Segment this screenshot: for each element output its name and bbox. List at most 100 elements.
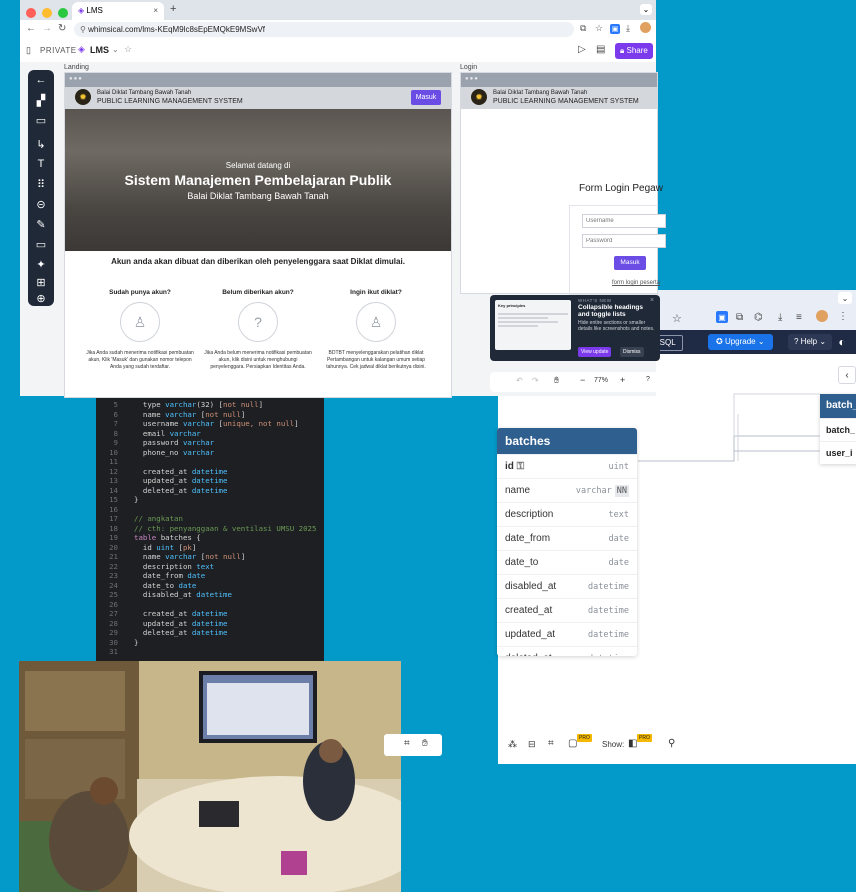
code-line[interactable]: 5 type varchar(32) [not null] [96, 400, 264, 409]
password-input[interactable] [582, 234, 666, 248]
code-line[interactable]: 13 updated_at datetime [96, 476, 227, 485]
undo-icon[interactable]: ↶ [516, 376, 523, 385]
puzzle-icon[interactable]: ⌬ [754, 312, 763, 323]
more-vert-icon[interactable]: ⋮ [838, 311, 848, 322]
add-icon[interactable]: ⊕ [28, 292, 54, 305]
cast-icon[interactable]: ⧉ [736, 312, 743, 323]
browser-tab[interactable]: ◈ LMS × [72, 2, 164, 20]
code-line[interactable]: 19 table batches { [96, 533, 201, 542]
code-line[interactable]: 18 // cth: penyanggaan & ventilasi UMSU 2… [96, 524, 316, 533]
wireframe-icon[interactable]: ▞ [28, 94, 54, 107]
upgrade-button[interactable]: ✪ Upgrade ⌄ [708, 334, 773, 350]
search-icon[interactable]: ⚲ [668, 738, 675, 749]
comments-icon[interactable]: ▤ [596, 44, 605, 55]
back-icon[interactable]: ← [26, 23, 36, 34]
dismiss-button[interactable]: Dismiss [620, 347, 644, 357]
login-masuk-button[interactable]: Masuk [614, 256, 646, 270]
auto-arrange-icon[interactable]: ⁂ [508, 739, 517, 750]
reading-list-icon[interactable]: ≡ [796, 312, 802, 323]
code-line[interactable]: 29 deleted_at datetime [96, 628, 227, 637]
code-line[interactable]: 17 // angkatan [96, 514, 183, 523]
table-row[interactable]: created_at datetime [497, 598, 637, 622]
redo-icon[interactable]: ↷ [532, 376, 539, 385]
fit-view-icon[interactable]: ⌗ [404, 738, 410, 749]
zoom-out-button[interactable]: − [580, 375, 585, 385]
code-line[interactable]: 27 created_at datetime [96, 609, 227, 618]
download-icon[interactable]: ⤓ [626, 23, 630, 34]
pen-icon[interactable]: ✎ [28, 218, 54, 231]
code-line[interactable]: 26 [96, 600, 134, 609]
zoom-level[interactable]: 77% [594, 377, 608, 384]
theme-icon[interactable]: ◐ [834, 334, 850, 350]
code-line[interactable]: 22 description text [96, 562, 214, 571]
star-icon[interactable]: ☆ [595, 23, 603, 34]
link-icon[interactable]: ⊝ [28, 198, 54, 211]
forward-icon[interactable]: → [42, 23, 52, 34]
help-button[interactable]: ? Help ⌄ [788, 334, 833, 350]
username-input[interactable] [582, 214, 666, 228]
code-line[interactable]: 6 name varchar [not null] [96, 410, 246, 419]
landing-frame[interactable]: ●●● ✹ Balai Diklat Tambang Bawah Tanah P… [64, 72, 452, 398]
profile-avatar[interactable] [640, 22, 651, 33]
hand-tool-icon[interactable]: ✋︎ [422, 738, 428, 749]
batches-table[interactable]: batches id ⚿ uint name varchar NN descripti… [497, 428, 637, 656]
doc-name[interactable]: LMS [90, 45, 109, 55]
code-line[interactable]: 30} [96, 638, 138, 647]
masuk-button[interactable]: Masuk [411, 90, 441, 105]
code-line[interactable]: 12 created_at datetime [96, 467, 227, 476]
minimize-window-button[interactable] [42, 8, 52, 18]
code-line[interactable]: 20 id uint [pk] [96, 543, 196, 552]
participant-login-link[interactable]: form login peserta [612, 280, 660, 286]
code-line[interactable]: 28 updated_at datetime [96, 619, 227, 628]
code-line[interactable]: 31 [96, 647, 134, 656]
frame-icon[interactable]: ▭ [28, 114, 54, 127]
doc-menu-chevron-icon[interactable]: ⌄ [112, 45, 119, 54]
view-update-button[interactable]: View update [578, 347, 612, 357]
back-arrow-icon[interactable]: ← [28, 74, 54, 86]
table-row[interactable]: updated_at datetime [497, 622, 637, 646]
table-row[interactable]: date_from date [497, 526, 637, 550]
container-icon[interactable]: ▭ [28, 238, 54, 251]
chevron-down-icon[interactable]: ⌄ [838, 292, 852, 304]
layout-icon[interactable]: ⊞ [28, 276, 54, 289]
code-line[interactable]: 14 deleted_at datetime [96, 486, 227, 495]
site-info-icon[interactable]: ⚲ [80, 25, 86, 34]
code-line[interactable]: 9 password varchar [96, 438, 215, 447]
maximize-window-button[interactable] [58, 8, 68, 18]
code-line[interactable]: 11 [96, 457, 134, 466]
table-row[interactable]: description text [497, 502, 637, 526]
reload-icon[interactable]: ↻ [58, 23, 66, 34]
table-row[interactable]: date_to date [497, 550, 637, 574]
download-icon[interactable]: ⤓ [778, 312, 782, 323]
share-button[interactable]: 🔒︎ Share [615, 43, 653, 59]
table-row[interactable]: id ⚿ uint [497, 454, 637, 478]
install-icon[interactable]: ⧉ [580, 23, 586, 34]
close-tab-icon[interactable]: × [153, 2, 158, 20]
extension-icon[interactable]: ▣ [610, 24, 620, 34]
code-line[interactable]: 7 username varchar [unique, not null] [96, 419, 299, 428]
table-row[interactable]: disabled_at datetime [497, 574, 637, 598]
sidebar-toggle-icon[interactable]: ▯ [26, 45, 31, 56]
grid-icon[interactable]: ⠿ [28, 178, 54, 191]
ai-sparkle-icon[interactable]: ✦ [28, 258, 54, 271]
connector-icon[interactable]: ↳ [28, 138, 54, 151]
dbml-code-editor[interactable]: 5 type varchar(32) [not null] 6 name varc… [96, 396, 324, 664]
table-row[interactable]: name varchar NN [497, 478, 637, 502]
hand-tool-icon[interactable]: ✋︎ [554, 375, 559, 386]
code-line[interactable]: 15} [96, 495, 138, 504]
code-line[interactable]: 23 date_from date [96, 571, 205, 580]
url-field[interactable]: ⚲ whimsical.com/lms-KEqM9lc8sEpEMQkE9MSw… [74, 22, 574, 37]
login-frame[interactable]: ●●● ✹ Balai Diklat Tambang Bawah Tanah P… [460, 72, 666, 295]
star-icon[interactable]: ☆ [672, 312, 682, 325]
present-icon[interactable]: ▷ [578, 44, 586, 55]
help-button[interactable]: ? [646, 376, 650, 383]
close-window-button[interactable] [26, 8, 36, 18]
profile-avatar[interactable] [816, 310, 828, 322]
text-icon[interactable]: T [28, 158, 54, 170]
grid-icon[interactable]: ⌗ [548, 738, 554, 749]
chevron-down-icon[interactable]: ⌄ [640, 4, 652, 15]
code-line[interactable]: 16 [96, 505, 134, 514]
close-icon[interactable]: × [650, 297, 654, 304]
favorite-star-icon[interactable]: ☆ [124, 44, 132, 55]
code-line[interactable]: 25 disabled_at datetime [96, 590, 232, 599]
